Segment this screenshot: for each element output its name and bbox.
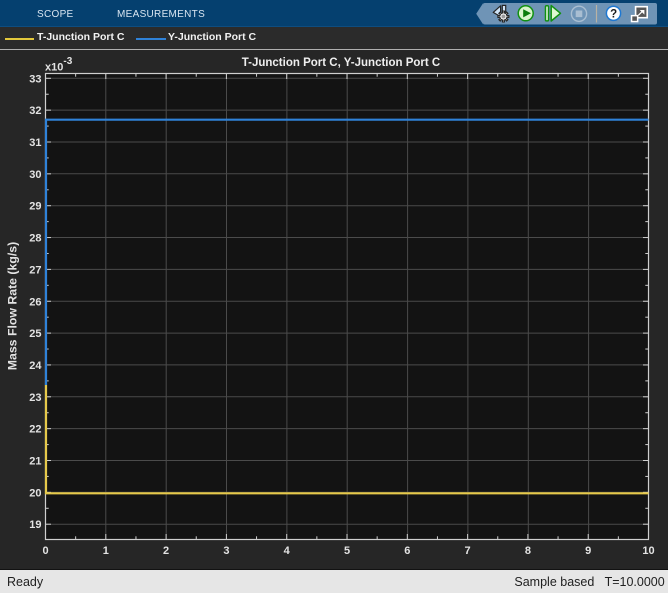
svg-text:22: 22 bbox=[29, 424, 41, 436]
svg-text:21: 21 bbox=[29, 456, 41, 468]
svg-text:10: 10 bbox=[642, 545, 654, 557]
svg-text:28: 28 bbox=[29, 233, 41, 245]
svg-text:9: 9 bbox=[585, 545, 591, 557]
svg-text:19: 19 bbox=[29, 519, 41, 531]
svg-text:7: 7 bbox=[465, 545, 471, 557]
svg-text:T-Junction Port C, Y-Junction: T-Junction Port C, Y-Junction Port C bbox=[242, 57, 441, 69]
svg-text:30: 30 bbox=[29, 169, 41, 181]
svg-text:2: 2 bbox=[163, 545, 169, 557]
svg-text:32: 32 bbox=[29, 105, 41, 117]
svg-text:4: 4 bbox=[284, 545, 291, 557]
svg-text:0: 0 bbox=[42, 545, 48, 557]
svg-text:Mass Flow Rate (kg/s): Mass Flow Rate (kg/s) bbox=[6, 242, 20, 370]
svg-text:27: 27 bbox=[29, 264, 41, 276]
svg-text:8: 8 bbox=[525, 545, 531, 557]
svg-text:6: 6 bbox=[404, 545, 410, 557]
svg-text:?: ? bbox=[610, 9, 617, 21]
svg-text:5: 5 bbox=[344, 545, 350, 557]
svg-text:31: 31 bbox=[29, 137, 41, 149]
svg-text:20: 20 bbox=[29, 487, 41, 499]
svg-text:26: 26 bbox=[29, 296, 41, 308]
svg-text:29: 29 bbox=[29, 201, 41, 213]
svg-text:3: 3 bbox=[223, 545, 229, 557]
svg-text:24: 24 bbox=[29, 360, 42, 372]
svg-text:33: 33 bbox=[29, 73, 41, 85]
svg-text:1: 1 bbox=[103, 545, 109, 557]
svg-text:25: 25 bbox=[29, 328, 41, 340]
svg-text:23: 23 bbox=[29, 392, 41, 404]
